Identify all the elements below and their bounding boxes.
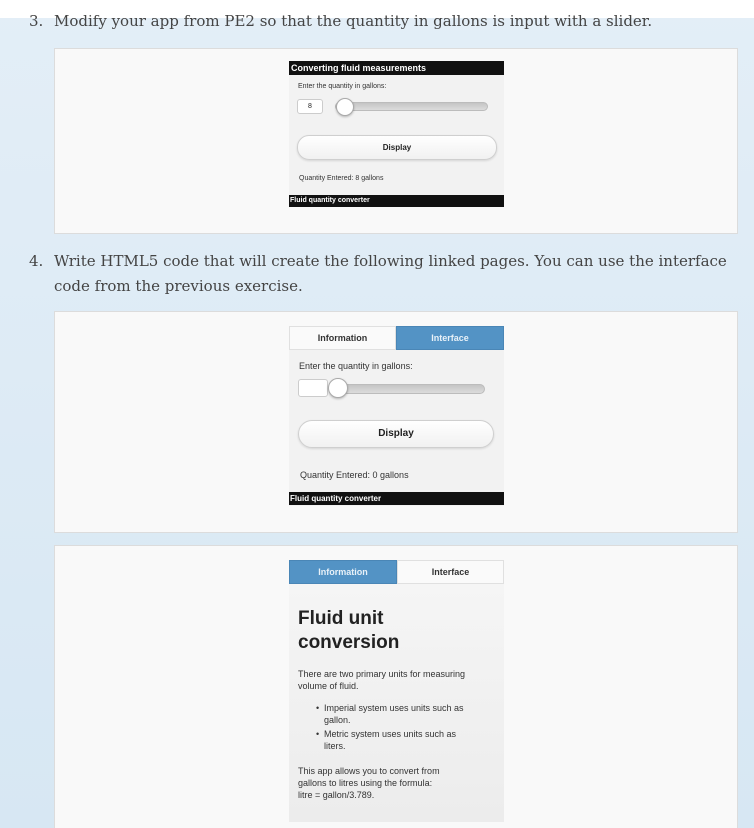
tab-interface[interactable]: Interface <box>396 326 504 350</box>
question-3-number: 3. <box>29 12 44 30</box>
quantity-number-input[interactable] <box>298 379 328 397</box>
info-outro-line1: This app allows you to convert from <box>298 766 440 776</box>
interface-page-screenshot: Information Interface Enter the quantity… <box>289 326 504 506</box>
info-outro-line3: litre = gallon/3.789. <box>298 790 375 800</box>
interface-screenshot-panel: Information Interface Enter the quantity… <box>54 311 738 533</box>
information-page-screenshot: Information Interface Fluid unit convers… <box>289 560 504 822</box>
info-intro-line2: volume of fluid. <box>298 681 359 691</box>
question-4-text-line2: code from the previous exercise. <box>54 277 303 295</box>
quantity-result-text: Quantity Entered: 0 gallons <box>300 470 409 480</box>
quantity-number-input[interactable]: 8 <box>297 99 323 114</box>
quantity-slider-track[interactable] <box>334 384 485 394</box>
converter-app-screenshot: Converting fluid measurements Enter the … <box>289 61 504 207</box>
bullet-dot-icon: • <box>316 703 320 713</box>
info-bullet-2-line2: liters. <box>324 741 346 751</box>
tab-information[interactable]: Information <box>289 326 396 350</box>
display-button[interactable]: Display <box>298 420 494 448</box>
bullet-dot-icon: • <box>316 729 320 739</box>
app-header-bar: Converting fluid measurements <box>289 61 504 75</box>
info-bullet-2-line1: Metric system uses units such as <box>324 729 457 739</box>
quantity-prompt-label: Enter the quantity in gallons: <box>298 83 387 90</box>
app-footer-bar: Fluid quantity converter <box>289 492 504 505</box>
app-footer-bar: Fluid quantity converter <box>289 195 504 207</box>
quantity-prompt-label: Enter the quantity in gallons: <box>299 361 413 371</box>
info-heading-line1: Fluid unit <box>298 608 384 629</box>
display-button[interactable]: Display <box>297 135 497 160</box>
quantity-slider-track[interactable] <box>335 102 488 111</box>
info-outro-line2: gallons to litres using the formula: <box>298 778 433 788</box>
tab-interface[interactable]: Interface <box>397 560 504 584</box>
question-4-text-line1: Write HTML5 code that will create the fo… <box>54 252 727 270</box>
info-intro-line1: There are two primary units for measurin… <box>298 669 466 679</box>
question-3-screenshot-panel: Converting fluid measurements Enter the … <box>54 48 738 234</box>
info-heading-line2: conversion <box>298 632 400 653</box>
quantity-slider-thumb[interactable] <box>328 378 348 398</box>
question-3-text: Modify your app from PE2 so that the qua… <box>54 12 653 30</box>
info-bullet-1-line1: Imperial system uses units such as <box>324 703 464 713</box>
question-4-number: 4. <box>29 252 44 270</box>
tab-information[interactable]: Information <box>289 560 397 584</box>
quantity-result-text: Quantity Entered: 8 gallons <box>299 175 384 182</box>
information-screenshot-panel: Information Interface Fluid unit convers… <box>54 545 738 828</box>
quantity-slider-thumb[interactable] <box>335 98 354 116</box>
info-bullet-1-line2: gallon. <box>324 715 351 725</box>
